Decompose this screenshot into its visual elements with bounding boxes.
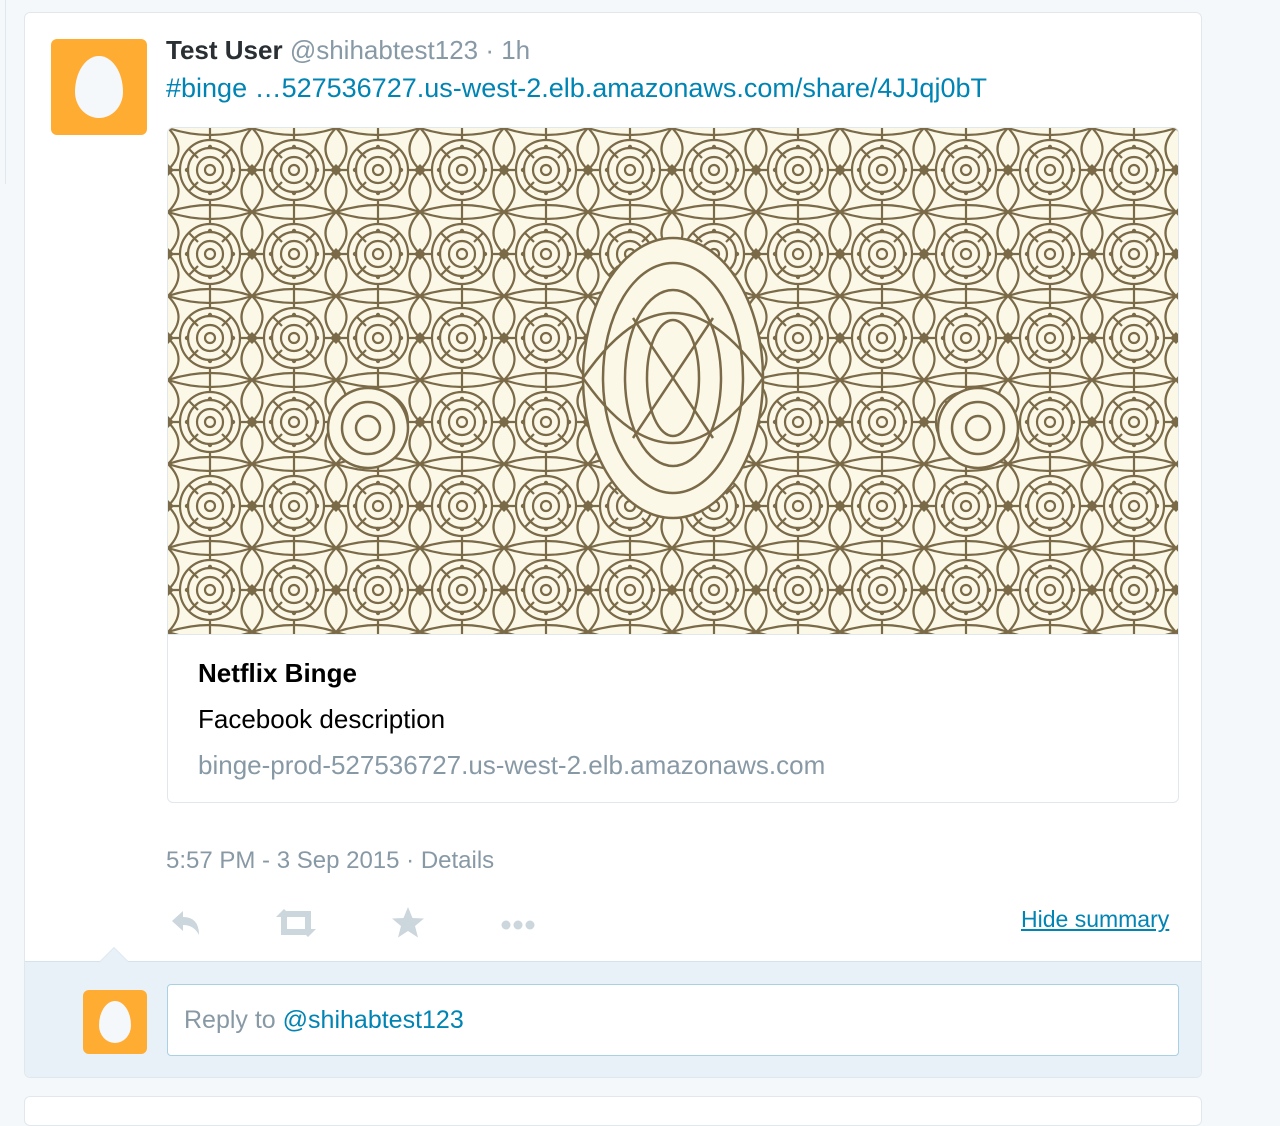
summary-card[interactable]: Netflix Binge Facebook description binge…	[167, 127, 1179, 803]
more-icon	[501, 920, 535, 930]
more-button[interactable]	[498, 903, 538, 943]
card-description: Facebook description	[198, 704, 446, 734]
tweet-header: Test User @shihabtest123 · 1h	[166, 35, 530, 66]
header-separator: ·	[478, 35, 502, 65]
reply-icon	[172, 911, 199, 935]
star-icon	[392, 907, 424, 938]
reply-mention: @shihabtest123	[282, 1005, 464, 1034]
reply-placeholder: Reply to	[184, 1005, 276, 1034]
fullname[interactable]: Test User	[166, 35, 283, 65]
reply-input[interactable]: Reply to @shihabtest123	[167, 984, 1179, 1056]
card-image	[168, 128, 1178, 635]
egg-icon	[75, 56, 123, 118]
meta-separator: ·	[399, 847, 421, 874]
tweet-card: Test User @shihabtest123 · 1h #binge …52…	[24, 12, 1202, 1078]
hide-summary-link[interactable]: Hide summary	[1021, 906, 1169, 933]
retweet-button[interactable]	[272, 903, 320, 943]
reply-button[interactable]	[166, 903, 206, 943]
tweet-text-link[interactable]: #binge …527536727.us-west-2.elb.amazonaw…	[166, 73, 987, 104]
card-domain: binge-prod-527536727.us-west-2.elb.amazo…	[198, 750, 826, 780]
details-link[interactable]: Details	[421, 847, 494, 874]
tweet-meta: 5:57 PM - 3 Sep 2015 · Details	[166, 847, 494, 875]
retweet-icon	[276, 909, 316, 937]
username[interactable]: @shihabtest123	[290, 35, 478, 65]
favorite-button[interactable]	[388, 903, 428, 943]
reply-area: Reply to @shihabtest123	[25, 947, 1201, 1077]
avatar[interactable]	[51, 39, 147, 135]
left-column-edge	[0, 0, 6, 184]
egg-icon	[99, 1001, 131, 1043]
tweet-timestamp[interactable]: 1h	[501, 35, 530, 65]
card-title: Netflix Binge	[198, 658, 357, 688]
next-tweet-card	[24, 1096, 1202, 1126]
reply-avatar	[83, 990, 147, 1054]
tweet-datetime[interactable]: 5:57 PM - 3 Sep 2015	[166, 847, 399, 874]
reply-caret	[99, 947, 129, 962]
